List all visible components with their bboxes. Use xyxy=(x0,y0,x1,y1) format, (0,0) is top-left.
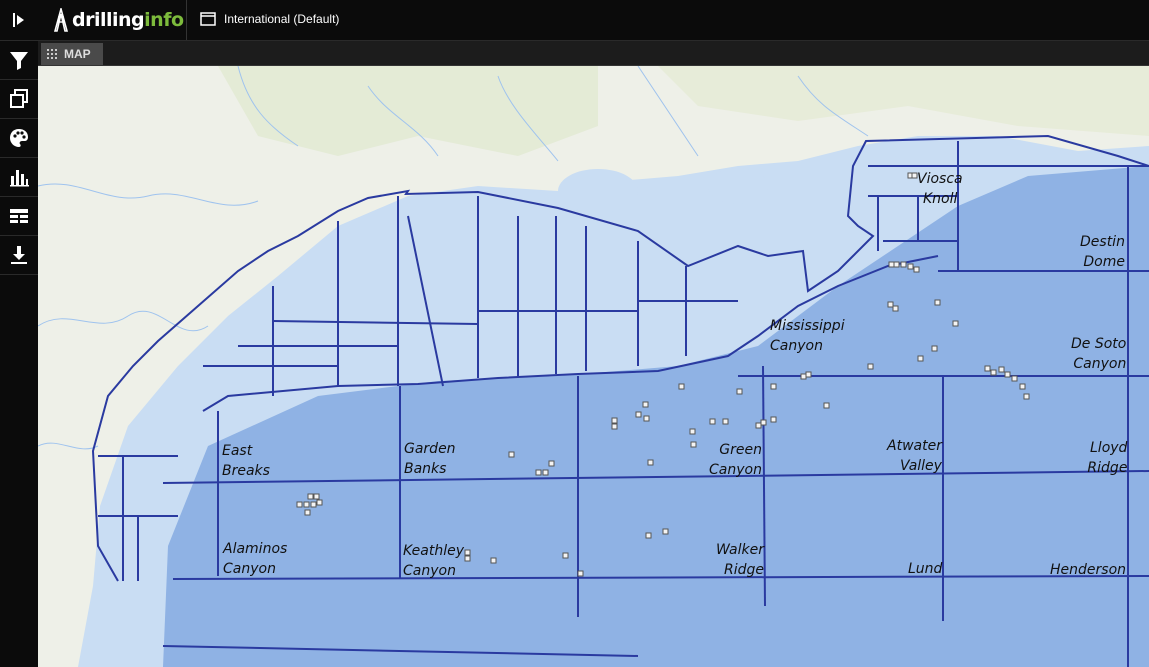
collapse-sidebar-button[interactable] xyxy=(0,0,38,40)
label-line: Ridge xyxy=(1087,460,1128,476)
label-line: Valley xyxy=(900,458,942,474)
label-line: Dome xyxy=(1083,254,1125,270)
download-icon xyxy=(11,246,27,264)
label-viosca-knoll: Viosca Knoll xyxy=(917,169,963,209)
label-line: Mississippi xyxy=(770,318,845,334)
tab-bar: MAP xyxy=(38,41,1149,66)
label-line: Atwater xyxy=(887,438,942,454)
label-henderson: Henderson xyxy=(1050,562,1127,578)
label-line: Lloyd xyxy=(1090,440,1128,456)
layers-icon xyxy=(10,89,28,108)
label-walker-ridge: Walker Ridge xyxy=(714,540,764,580)
bay xyxy=(708,168,768,204)
download-button[interactable] xyxy=(0,236,38,275)
tab-map-label: MAP xyxy=(64,47,91,61)
label-line: Knoll xyxy=(923,191,958,207)
label-line: Destin xyxy=(1080,234,1125,250)
label-line: Breaks xyxy=(222,463,270,479)
tab-map[interactable]: MAP xyxy=(41,43,103,65)
app-logo[interactable]: drillinginfo xyxy=(54,6,184,34)
chart-icon xyxy=(10,170,29,187)
logo-text-main: drilling xyxy=(72,9,145,31)
table-button[interactable] xyxy=(0,197,38,236)
logo-text-accent: info xyxy=(144,9,184,31)
label-line: Walker xyxy=(715,542,765,558)
filter-button[interactable] xyxy=(0,41,38,80)
label-line: Canyon xyxy=(1073,356,1127,372)
label-east-breaks: East Breaks xyxy=(222,441,270,481)
label-mississippi-canyon: Mississippi Canyon xyxy=(770,316,845,356)
lake-pontchartrain xyxy=(558,169,638,213)
label-line: Ridge xyxy=(724,562,765,578)
sidebar xyxy=(0,41,38,667)
label-line: Canyon xyxy=(403,563,456,579)
label-alaminos-canyon: Alaminos Canyon xyxy=(223,539,287,579)
filter-icon xyxy=(10,52,28,70)
label-green-canyon: Green Canyon xyxy=(709,440,762,480)
label-lund: Lund xyxy=(908,561,943,577)
workspace-selector[interactable]: International (Default) xyxy=(200,9,339,29)
expand-arrow-icon xyxy=(13,13,24,27)
top-bar: drillinginfo International (Default) xyxy=(0,0,1149,41)
label-keathley-canyon: Keathley Canyon xyxy=(403,541,464,581)
label-line: De Soto xyxy=(1071,336,1127,352)
label-garden-banks: Garden Banks xyxy=(404,439,456,479)
grid-handle-icon xyxy=(47,48,57,59)
label-line: Canyon xyxy=(223,561,276,577)
label-line: Banks xyxy=(404,461,447,477)
oil-derrick-icon xyxy=(54,8,68,32)
label-line: Alaminos xyxy=(223,541,288,557)
label-line: Viosca xyxy=(917,171,963,187)
header-divider xyxy=(186,0,187,40)
window-icon xyxy=(200,12,216,26)
palette-icon xyxy=(10,129,28,147)
label-line: Canyon xyxy=(709,462,762,478)
label-destin-dome: Destin Dome xyxy=(1080,232,1125,272)
map-canvas[interactable] xyxy=(38,66,1149,667)
styles-button[interactable] xyxy=(0,119,38,158)
table-icon xyxy=(10,209,28,223)
label-atwater-valley: Atwater Valley xyxy=(887,436,942,476)
label-line: East xyxy=(222,443,253,459)
label-line: Keathley xyxy=(403,543,465,559)
map-view[interactable]: Viosca Knoll Destin Dome Mississippi Canyon… xyxy=(38,66,1149,667)
charts-button[interactable] xyxy=(0,158,38,197)
label-lloyd-ridge: Lloyd Ridge xyxy=(1086,438,1127,478)
workspace-label: International (Default) xyxy=(224,12,340,26)
label-line: Canyon xyxy=(770,338,823,354)
logo-text: drillinginfo xyxy=(72,9,184,31)
label-line: Green xyxy=(719,442,762,458)
layers-button[interactable] xyxy=(0,80,38,119)
label-de-soto-canyon: De Soto Canyon xyxy=(1071,334,1126,374)
label-line: Garden xyxy=(404,441,456,457)
